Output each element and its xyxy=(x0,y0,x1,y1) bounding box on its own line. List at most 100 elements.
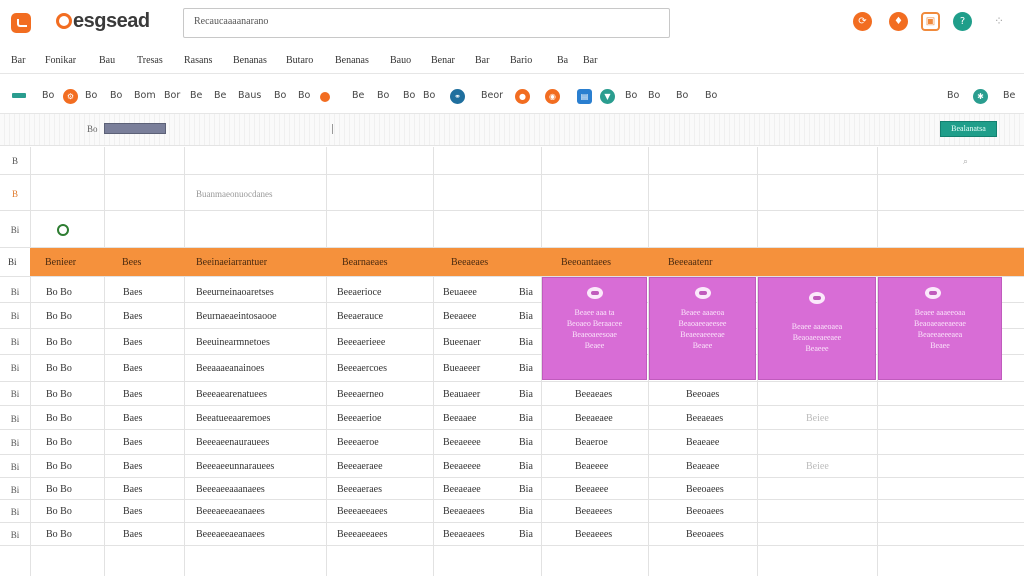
filter-icon[interactable]: ▼ xyxy=(600,89,615,104)
row-number[interactable]: Bi xyxy=(0,414,30,424)
table-cell[interactable]: Baes xyxy=(123,389,142,400)
apps-grid-icon[interactable]: ⁘ xyxy=(994,14,1008,28)
table-cell[interactable]: Baes xyxy=(123,363,142,374)
table-cell[interactable]: Bo Bo xyxy=(46,413,72,424)
table-cell[interactable]: Beeeaearenatuees xyxy=(196,389,267,400)
table-cell[interactable]: Bo Bo xyxy=(46,363,72,374)
table-cell[interactable]: Beeaeees xyxy=(575,506,612,517)
toolbar-button[interactable]: Bo xyxy=(676,90,688,101)
row-number[interactable]: Bi xyxy=(0,389,30,399)
table-cell[interactable]: Bia xyxy=(519,311,533,322)
table-cell[interactable]: Baes xyxy=(123,529,142,540)
row-number[interactable]: Bi xyxy=(0,462,30,472)
column-header[interactable]: Benieer xyxy=(45,257,76,268)
row-number[interactable]: B xyxy=(0,189,30,199)
toolbar-button[interactable]: Baus xyxy=(238,90,261,101)
table-cell[interactable]: Beiee xyxy=(806,461,829,472)
table-cell[interactable]: Bia xyxy=(519,337,533,348)
app-logo-icon[interactable] xyxy=(11,13,31,33)
table-cell[interactable]: Beuaeee xyxy=(443,287,477,298)
table-cell[interactable]: Beeaeee xyxy=(443,311,476,322)
menu-item[interactable]: Benar xyxy=(431,55,455,66)
table-cell[interactable]: Beeaeaees xyxy=(443,506,485,517)
row-number[interactable]: Bi xyxy=(0,438,30,448)
image-icon[interactable]: ◉ xyxy=(545,89,560,104)
comment-icon[interactable]: ● xyxy=(515,89,530,104)
table-cell[interactable]: Baes xyxy=(123,287,142,298)
cell-reference[interactable]: Bo xyxy=(87,124,98,134)
menu-item[interactable]: Bar xyxy=(475,55,489,66)
row-number[interactable]: Bi xyxy=(0,311,30,321)
table-cell[interactable]: Beeeaeeaeanaees xyxy=(196,506,265,517)
column-header[interactable]: Beeeaatenr xyxy=(668,257,712,268)
search-input[interactable]: Recaucaaaanarano xyxy=(183,8,670,38)
table-cell[interactable]: Beeeaercoes xyxy=(337,363,387,374)
table-cell[interactable]: Beeoaees xyxy=(686,506,724,517)
bell-icon[interactable]: ♦ xyxy=(889,12,908,31)
toolbar-button[interactable]: Bor xyxy=(164,90,180,101)
toolbar-button[interactable]: Bo xyxy=(648,90,660,101)
formula-input[interactable] xyxy=(104,123,166,134)
table-cell[interactable]: Beeeaeeaaanaees xyxy=(196,484,265,495)
preview-card[interactable]: Beaee aaaeeoaa Beaoaeaeeaeeae Beaeeaeeea… xyxy=(878,277,1002,380)
preview-card[interactable]: Beaee aaaeoaea Beaoaeeaeeaee Beaeee xyxy=(758,277,876,380)
table-cell[interactable]: Beeeaeeaees xyxy=(337,506,388,517)
table-cell[interactable]: Beeaeeee xyxy=(443,437,481,448)
table-cell[interactable]: Bia xyxy=(519,389,533,400)
table-cell[interactable]: Beaeaee xyxy=(686,461,719,472)
toolbar-button[interactable]: Bo xyxy=(42,90,54,101)
table-cell[interactable]: Beeeaeeunnarauees xyxy=(196,461,274,472)
row-number[interactable]: Bi xyxy=(0,363,30,373)
menu-item[interactable]: Benanas xyxy=(233,55,267,66)
table-cell[interactable]: Beurnaeaeintosaooe xyxy=(196,311,277,322)
menu-item[interactable]: Rasans xyxy=(184,55,212,66)
row-number[interactable]: Bi xyxy=(0,287,30,297)
toolbar-button[interactable]: Bom xyxy=(134,90,156,101)
table-cell[interactable]: Beeaeaes xyxy=(686,413,723,424)
table-cell[interactable]: Beeaeaees xyxy=(443,529,485,540)
row-number[interactable]: Bi xyxy=(0,485,30,495)
preview-card[interactable]: Beaee aaaeoa Beaoaeeaeesee Beaeeaeeeeae … xyxy=(649,277,756,380)
toolbar-button[interactable]: Beor xyxy=(481,90,503,101)
table-cell[interactable]: Bia xyxy=(519,287,533,298)
row-number[interactable]: B xyxy=(0,156,30,166)
toolbar-button[interactable]: Bo xyxy=(85,90,97,101)
chart-icon[interactable]: ▤ xyxy=(577,89,592,104)
table-cell[interactable]: Bia xyxy=(519,529,533,540)
table-cell[interactable]: Beeaeeee xyxy=(443,461,481,472)
table-cell[interactable]: Beeaaee xyxy=(443,413,476,424)
row-number[interactable]: Bi xyxy=(0,507,30,517)
column-header[interactable]: Beeinaeiarrantuer xyxy=(196,257,267,268)
table-cell[interactable]: Beeaerioce xyxy=(337,287,381,298)
table-cell[interactable]: Bo Bo xyxy=(46,461,72,472)
row-number[interactable]: Bi xyxy=(0,530,30,540)
help-icon[interactable]: ? xyxy=(953,12,972,31)
menu-item[interactable]: Bau xyxy=(99,55,115,66)
menu-item[interactable]: Bar xyxy=(11,55,25,66)
table-cell[interactable]: Beeurneinaoaretses xyxy=(196,287,274,298)
toolbar-button[interactable]: Be xyxy=(214,90,226,101)
cell-text[interactable]: Buanmaeonuocdanes xyxy=(196,189,272,199)
table-cell[interactable]: Bia xyxy=(519,461,533,472)
column-header[interactable]: Bees xyxy=(122,257,141,268)
sync-icon[interactable]: ⟳ xyxy=(853,12,872,31)
toolbar-button[interactable]: Bo xyxy=(298,90,310,101)
table-cell[interactable]: Beeaaaeanainoes xyxy=(196,363,264,374)
format-paint-icon[interactable]: ⚙ xyxy=(63,89,78,104)
toolbar-button[interactable]: Bo xyxy=(110,90,122,101)
table-cell[interactable]: Bia xyxy=(519,363,533,374)
table-cell[interactable]: Beaeroe xyxy=(575,437,608,448)
table-cell[interactable]: Beaeeee xyxy=(575,461,608,472)
row-number[interactable]: Bi xyxy=(0,225,30,235)
menu-item[interactable]: Bario xyxy=(510,55,532,66)
table-cell[interactable]: Beeatueeaaremoes xyxy=(196,413,270,424)
table-cell[interactable]: Bia xyxy=(519,506,533,517)
table-cell[interactable]: Baes xyxy=(123,461,142,472)
toolbar-button[interactable]: Be xyxy=(1003,90,1015,101)
table-cell[interactable]: Baes xyxy=(123,337,142,348)
table-cell[interactable]: Beeeaerioe xyxy=(337,413,381,424)
table-cell[interactable]: Bia xyxy=(519,484,533,495)
table-cell[interactable]: Baes xyxy=(123,437,142,448)
table-cell[interactable]: Bueaeeer xyxy=(443,363,480,374)
table-cell[interactable]: Baes xyxy=(123,311,142,322)
